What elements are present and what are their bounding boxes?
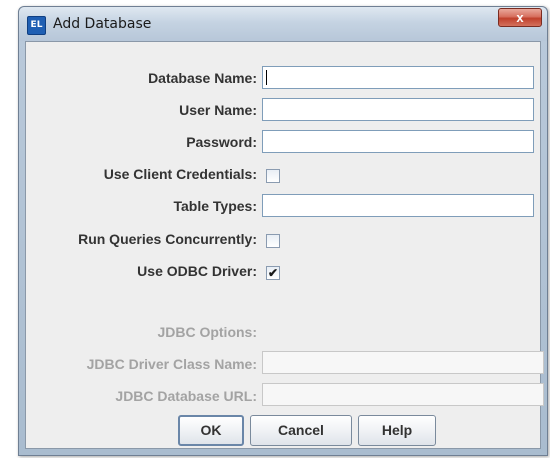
close-button[interactable]: x xyxy=(498,8,542,27)
user-name-label: User Name: xyxy=(179,102,257,118)
jdbc-driver-class-name-label: JDBC Driver Class Name: xyxy=(86,356,257,372)
database-name-field[interactable] xyxy=(262,66,534,89)
text-caret xyxy=(266,70,267,85)
jdbc-database-url-field[interactable] xyxy=(262,383,544,406)
help-button[interactable]: Help xyxy=(358,415,436,446)
database-name-label: Database Name: xyxy=(148,70,257,86)
cancel-button[interactable]: Cancel xyxy=(250,415,352,446)
checkmark-icon: ✔ xyxy=(267,266,279,280)
run-queries-concurrently-checkbox[interactable] xyxy=(266,234,280,248)
user-name-field[interactable] xyxy=(262,98,534,121)
password-field[interactable] xyxy=(262,130,534,153)
jdbc-driver-class-name-field[interactable] xyxy=(262,351,544,374)
use-odbc-driver-label: Use ODBC Driver: xyxy=(137,263,257,279)
app-icon: EL xyxy=(27,16,46,35)
window-title: Add Database xyxy=(53,16,152,32)
dialog-content: Database Name: User Name: Password: Use … xyxy=(25,41,544,449)
table-types-field[interactable] xyxy=(262,194,534,217)
password-label: Password: xyxy=(186,134,257,150)
use-client-credentials-checkbox[interactable] xyxy=(266,169,280,183)
use-client-credentials-label: Use Client Credentials: xyxy=(103,166,257,182)
close-icon: x xyxy=(516,10,524,25)
table-types-label: Table Types: xyxy=(173,198,257,214)
jdbc-options-label: JDBC Options: xyxy=(157,324,257,340)
jdbc-database-url-label: JDBC Database URL: xyxy=(115,388,257,404)
run-queries-concurrently-label: Run Queries Concurrently: xyxy=(78,231,257,247)
use-odbc-driver-checkbox[interactable]: ✔ xyxy=(266,266,280,280)
title-bar[interactable]: EL Add Database x xyxy=(19,7,547,41)
add-database-dialog: EL Add Database x Database Name: User Na… xyxy=(18,6,548,456)
ok-button[interactable]: OK xyxy=(178,415,244,446)
